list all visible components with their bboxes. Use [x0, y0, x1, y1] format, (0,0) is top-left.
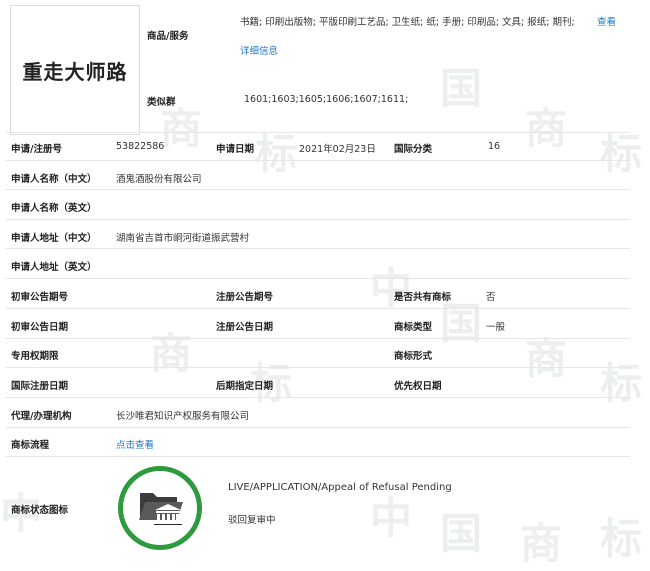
process-view-link[interactable]: 点击查看 [116, 437, 154, 451]
intl-class-label: 国际分类 [394, 144, 433, 155]
divider [5, 397, 630, 398]
watermark-char: 中 [370, 264, 413, 313]
divider [5, 367, 630, 368]
shared-value: 否 [486, 292, 496, 303]
reg-no-value: 53822586 [116, 141, 165, 152]
folder-bank-icon [139, 493, 183, 527]
prelim-no-label: 初审公告期号 [11, 292, 69, 303]
divider [5, 427, 630, 428]
shared-label: 是否共有商标 [394, 292, 452, 303]
divider [5, 132, 630, 133]
watermark-char: 商 [525, 104, 568, 153]
watermark-char: 标 [600, 129, 643, 178]
status-english: LIVE/APPLICATION/Appeal of Refusal Pendi… [228, 482, 452, 493]
goods-view-link[interactable]: 查看 [597, 14, 616, 28]
goods-label: 商品/服务 [147, 31, 189, 42]
divider [5, 338, 630, 339]
process-label: 商标流程 [11, 440, 50, 451]
applicant-cn-value: 酒鬼酒股份有限公司 [116, 174, 202, 185]
watermark-char: 国 [440, 509, 483, 558]
apply-date-value: 2021年02月23日 [299, 144, 376, 155]
agency-value: 长沙唯君知识产权服务有限公司 [116, 411, 250, 422]
reg-no-label: 申请/注册号 [11, 144, 62, 155]
similar-group-label: 类似群 [147, 97, 176, 108]
watermark-char: 中 [370, 494, 413, 543]
divider [5, 219, 630, 220]
later-date-label: 后期指定日期 [216, 381, 274, 392]
reg-pub-date-label: 注册公告日期 [216, 322, 274, 333]
agency-label: 代理/办理机构 [11, 411, 72, 422]
tm-type-value: 一般 [486, 322, 506, 333]
applicant-en-label: 申请人名称（英文） [11, 203, 97, 214]
watermark-char: 商 [525, 334, 568, 383]
tm-type-label: 商标类型 [394, 322, 433, 333]
divider [5, 248, 630, 249]
reg-pub-no-label: 注册公告期号 [216, 292, 274, 303]
divider [5, 308, 630, 309]
divider [5, 189, 630, 190]
goods-detail-link[interactable]: 详细信息 [240, 43, 278, 57]
divider [5, 456, 630, 457]
status-label: 商标状态图标 [11, 505, 69, 516]
tm-form-label: 商标形式 [394, 351, 433, 362]
watermark-char: 标 [600, 359, 643, 408]
watermark-char: 国 [440, 64, 483, 113]
address-en-label: 申请人地址（英文） [11, 262, 97, 273]
goods-value: 书籍; 印刷出版物; 平版印刷工艺品; 卫生纸; 纸; 手册; 印刷品; 文具;… [240, 17, 575, 28]
trademark-image: 重走大师路 [10, 5, 140, 135]
divider [5, 278, 630, 279]
watermark-char: 标 [600, 514, 643, 563]
address-cn-value: 湖南省吉首市峒河街道振武营村 [116, 233, 250, 244]
applicant-cn-label: 申请人名称（中文） [11, 174, 97, 185]
apply-date-label: 申请日期 [216, 144, 255, 155]
status-chinese: 驳回复审中 [228, 515, 276, 526]
intl-reg-date-label: 国际注册日期 [11, 381, 69, 392]
divider [5, 160, 630, 161]
prelim-date-label: 初审公告日期 [11, 322, 69, 333]
watermark-char: 标 [255, 129, 298, 178]
status-icon-ring [118, 466, 202, 550]
watermark-char: 商 [520, 519, 563, 568]
similar-group-value: 1601;1603;1605;1606;1607;1611; [244, 94, 409, 105]
watermark-char: 商 [150, 329, 193, 378]
exclusive-period-label: 专用权期限 [11, 351, 59, 362]
intl-class-value: 16 [488, 141, 501, 152]
trademark-name: 重走大师路 [22, 59, 128, 84]
address-cn-label: 申请人地址（中文） [11, 233, 97, 244]
priority-date-label: 优先权日期 [394, 381, 442, 392]
